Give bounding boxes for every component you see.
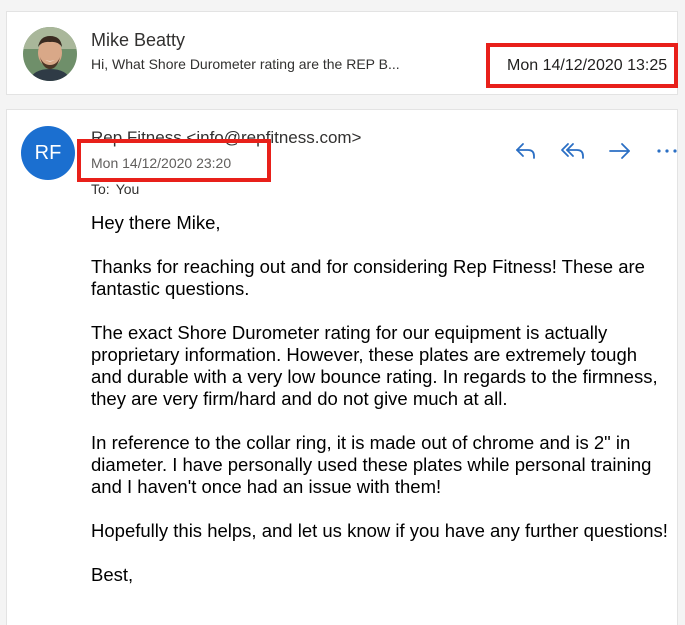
expanded-sender[interactable]: Rep Fitness <info@repfitness.com> [91,128,362,148]
message-body: Hey there Mike, Thanks for reaching out … [91,212,671,608]
collapsed-preview-text: Hi, What Shore Durometer rating are the … [91,56,400,72]
collapsed-date: Mon 14/12/2020 13:25 [507,57,668,74]
person-photo-icon [23,27,77,81]
body-paragraph: The exact Shore Durometer rating for our… [91,322,658,409]
reply-all-icon [560,143,584,159]
sender-avatar: RF [21,126,75,180]
reply-icon [515,143,535,159]
expanded-message: RF Rep Fitness <info@repfitness.com> Mon… [6,109,678,625]
message-actions [502,136,685,166]
more-options-button[interactable] [643,136,685,166]
more-options-icon [656,149,677,153]
collapsed-sender-name: Mike Beatty [91,30,186,50]
expanded-date: Mon 14/12/2020 23:20 [91,155,232,171]
body-greeting: Hey there Mike, [91,212,221,233]
recipient-line: To: You [91,181,139,197]
body-paragraph: In reference to the collar ring, it is m… [91,432,652,497]
body-paragraph: Thanks for reaching out and for consider… [91,256,645,299]
email-thread: Mike Beatty Hi, What Shore Durometer rat… [0,0,685,625]
forward-button[interactable] [596,136,643,166]
body-closing: Best, [91,564,134,585]
to-label: To: [91,181,110,197]
forward-icon [608,143,630,159]
reply-button[interactable] [502,136,549,166]
collapsed-message[interactable]: Mike Beatty Hi, What Shore Durometer rat… [6,11,678,95]
body-paragraph: Hopefully this helps, and let us know if… [91,520,668,541]
reply-all-button[interactable] [549,136,596,166]
to-value[interactable]: You [116,181,140,197]
